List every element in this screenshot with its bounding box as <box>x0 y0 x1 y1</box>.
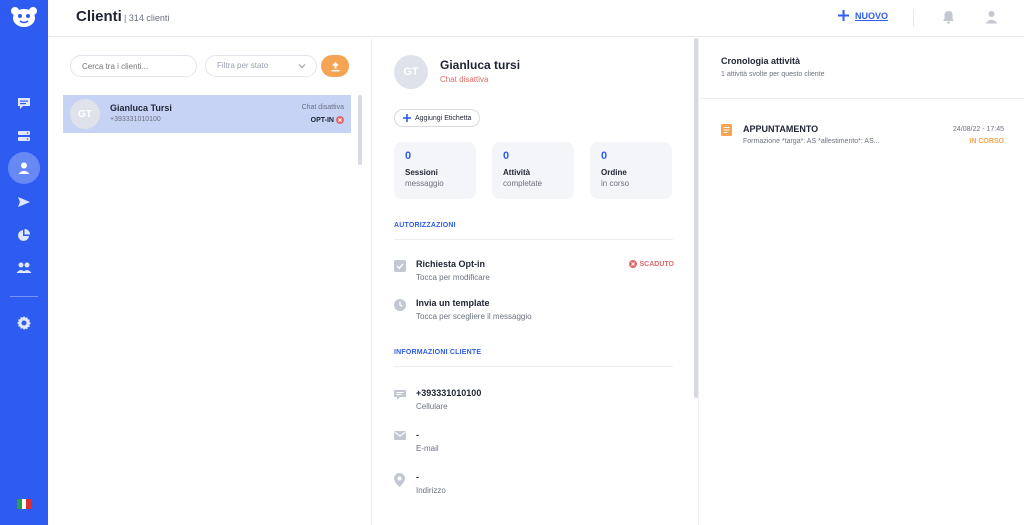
chat-icon[interactable] <box>8 87 40 119</box>
client-info-heading: INFORMAZIONI CLIENTE <box>394 349 482 356</box>
section-divider <box>394 239 673 240</box>
close-circle-icon <box>628 260 637 268</box>
page-title: Clienti <box>76 8 122 25</box>
activity-description: Formazione *targa*: AS *allestimento*: A… <box>743 138 880 145</box>
chat-status: Chat disattiva <box>301 104 344 111</box>
checkbox-icon <box>394 260 406 272</box>
stat-subtitle: completate <box>503 179 543 188</box>
info-label: E-mail <box>416 444 439 453</box>
section-divider <box>700 98 1024 99</box>
activity-item[interactable]: APPUNTAMENTO Formazione *targa*: AS *all… <box>721 122 1004 152</box>
history-subtitle: 1 attività svolte per questo cliente <box>721 71 825 78</box>
info-value: +393331010100 <box>416 388 482 398</box>
bell-icon[interactable] <box>942 10 955 29</box>
top-header: Clienti | 314 clienti NUOVO <box>48 0 1024 37</box>
send-template-item[interactable]: Invia un template Tocca per scegliere il… <box>394 298 674 328</box>
note-icon <box>721 124 732 136</box>
stack-icon[interactable] <box>8 120 40 152</box>
header-divider <box>913 9 914 27</box>
item-title: Richiesta Opt-in <box>416 259 486 269</box>
upload-icon <box>331 61 339 71</box>
mascot-logo-icon[interactable] <box>10 6 38 28</box>
stat-value: 0 <box>503 150 510 162</box>
status-filter-select[interactable]: Filtra per stato <box>205 55 317 77</box>
sidebar-divider <box>10 296 38 297</box>
client-phone: +393331010100 <box>110 116 161 123</box>
address-info-item[interactable]: - Indirizzo <box>394 472 674 502</box>
optin-label: OPT-IN <box>310 116 334 124</box>
optin-badge: OPT-IN <box>311 116 344 124</box>
account-icon[interactable] <box>985 10 998 29</box>
close-circle-icon <box>336 116 344 124</box>
search-input[interactable] <box>70 55 197 77</box>
new-client-button[interactable]: NUOVO <box>838 10 888 21</box>
authorizations-heading: AUTORIZZAZIONI <box>394 222 456 229</box>
chat-status: Chat disattiva <box>440 75 489 84</box>
expired-badge: SCADUTO <box>628 260 674 268</box>
stat-subtitle: messaggio <box>405 179 444 188</box>
status-filter-label: Filtra per stato <box>217 61 269 70</box>
stat-card-sessions: 0 Sessioni messaggio <box>394 142 476 199</box>
expired-label: SCADUTO <box>639 260 674 268</box>
client-detail-panel: GT Gianluca tursi Chat disattiva Aggiung… <box>371 38 699 525</box>
client-name: Gianluca Tursi <box>110 103 172 113</box>
client-name-heading: Gianluca tursi <box>440 58 521 72</box>
item-subtitle: Tocca per scegliere il messaggio <box>416 312 532 321</box>
gear-icon[interactable] <box>8 307 40 339</box>
new-client-label: NUOVO <box>855 10 889 21</box>
email-info-item[interactable]: - E-mail <box>394 430 674 460</box>
user-icon[interactable] <box>8 152 40 184</box>
activity-history-panel: Cronologia attività 1 attività svolte pe… <box>700 38 1024 525</box>
plus-icon <box>403 114 411 122</box>
item-subtitle: Tocca per modificare <box>416 273 490 282</box>
upload-button[interactable] <box>321 55 349 77</box>
add-tag-button[interactable]: Aggiungi Etichetta <box>394 109 481 127</box>
stat-value: 0 <box>405 150 412 162</box>
avatar: GT <box>394 55 428 89</box>
add-tag-label: Aggiungi Etichetta <box>415 114 472 122</box>
stat-subtitle: in corso <box>601 179 630 188</box>
avatar: GT <box>70 99 100 129</box>
stat-card-orders: 0 Ordine in corso <box>590 142 672 199</box>
info-label: Indirizzo <box>416 486 446 495</box>
stat-title: Ordine <box>601 168 627 177</box>
info-label: Cellulare <box>416 402 448 411</box>
pie-chart-icon[interactable] <box>8 219 40 251</box>
mail-icon <box>394 431 406 440</box>
client-list-panel: Filtra per stato GT Gianluca Tursi +3933… <box>48 38 371 525</box>
client-count: | 314 clienti <box>124 13 170 23</box>
location-pin-icon <box>394 473 405 487</box>
stat-value: 0 <box>601 150 608 162</box>
phone-info-item[interactable]: +393331010100 Cellulare <box>394 388 674 418</box>
list-scrollbar[interactable] <box>358 95 362 165</box>
chat-icon <box>394 390 406 400</box>
stat-title: Attività <box>503 168 531 177</box>
activity-date: 24/08/22 - 17:45 <box>953 126 1004 133</box>
stat-title: Sessioni <box>405 168 438 177</box>
info-value: - <box>416 472 419 482</box>
stat-card-activities: 0 Attività completate <box>492 142 574 199</box>
send-icon[interactable] <box>8 186 40 218</box>
plus-icon <box>838 10 849 21</box>
optin-request-item[interactable]: Richiesta Opt-in Tocca per modificare SC… <box>394 259 674 289</box>
section-divider <box>394 366 673 367</box>
detail-scrollbar[interactable] <box>694 38 698 398</box>
clock-icon <box>394 299 406 311</box>
team-icon[interactable] <box>8 252 40 284</box>
item-title: Invia un template <box>416 298 490 308</box>
info-value: - <box>416 430 419 440</box>
sidebar <box>0 0 48 525</box>
activity-status: IN CORSO <box>969 138 1004 145</box>
chevron-down-icon <box>298 64 306 69</box>
activity-title: APPUNTAMENTO <box>743 124 819 134</box>
italy-flag-icon[interactable] <box>17 499 32 509</box>
history-title: Cronologia attività <box>721 56 801 66</box>
client-row[interactable]: GT Gianluca Tursi +393331010100 Chat dis… <box>63 95 351 133</box>
